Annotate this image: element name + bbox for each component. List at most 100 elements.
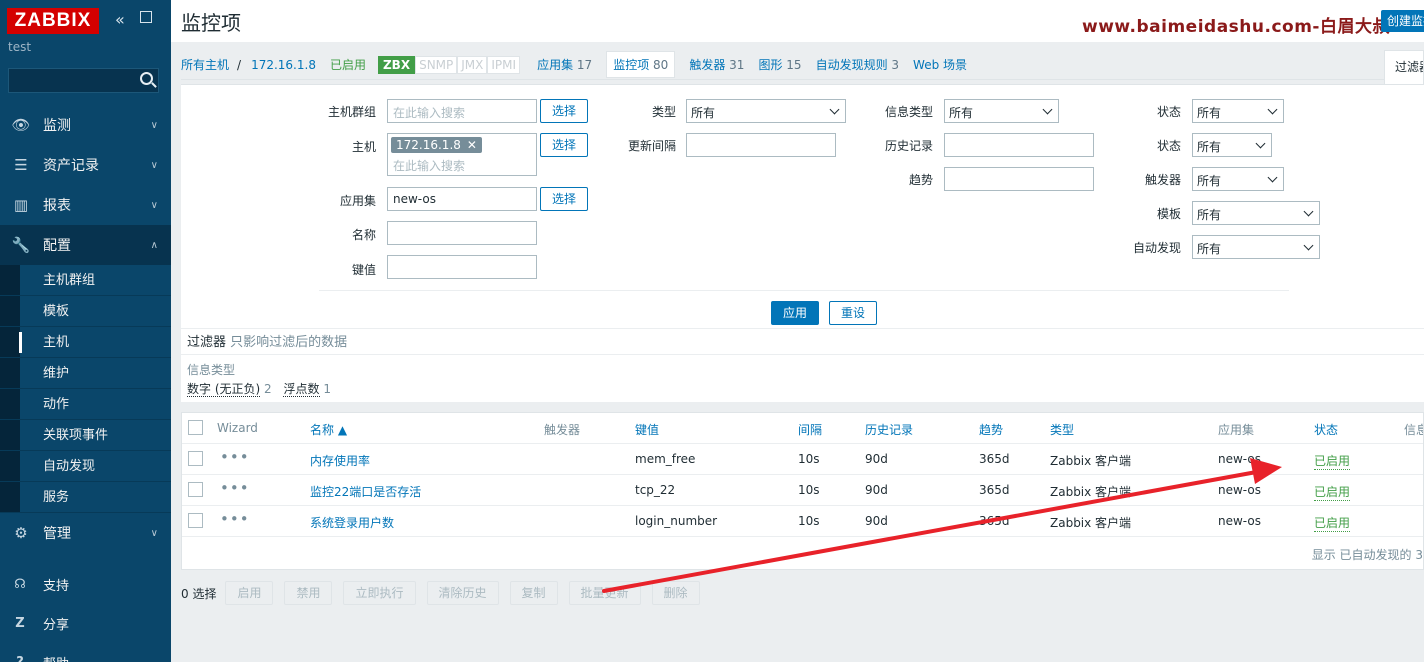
submenu-discovery[interactable]: 自动发现 xyxy=(0,451,171,482)
item-name-link[interactable]: 系统登录用户数 xyxy=(310,514,394,531)
header-key[interactable]: 键值 xyxy=(635,421,659,438)
kiosk-mode-icon[interactable] xyxy=(140,11,152,23)
header-status[interactable]: 状态 xyxy=(1314,421,1338,438)
sidebar: ZABBIX « test 👁 监测 ∨ ☰ 资产记录 ∨ ▥ 报表 ∨ 🔧 配… xyxy=(0,0,171,662)
nav-graphs[interactable]: 图形 15 xyxy=(758,56,801,73)
enable-button[interactable]: 启用 xyxy=(225,581,274,605)
create-item-button[interactable]: 创建监控项 xyxy=(1381,10,1424,32)
header-interval[interactable]: 间隔 xyxy=(798,421,822,438)
search-icon[interactable] xyxy=(140,72,153,85)
submenu-event-correlation[interactable]: 关联项事件 xyxy=(0,420,171,451)
menu-support[interactable]: ☊ 支持 xyxy=(0,565,171,604)
menu-label: 报表 xyxy=(43,198,71,214)
item-status-toggle[interactable]: 已启用 xyxy=(1314,483,1351,501)
wizard-menu-icon[interactable]: ••• xyxy=(220,448,250,466)
subfilter-option[interactable]: 数字 (无正负) xyxy=(187,382,261,397)
bar-chart-icon: ▥ xyxy=(13,196,29,214)
select-all-checkbox[interactable] xyxy=(188,420,203,435)
item-interval: 10s xyxy=(798,514,820,528)
application-input[interactable]: new-os xyxy=(387,187,537,211)
host-chip-label: 172.16.1.8 xyxy=(396,138,461,152)
state-select[interactable]: 所有 xyxy=(1192,99,1284,123)
item-status-toggle[interactable]: 已启用 xyxy=(1314,514,1351,532)
menu-share[interactable]: Z 分享 xyxy=(0,604,171,643)
menu-monitoring[interactable]: 👁 监测 ∨ xyxy=(0,105,171,145)
menu-reports[interactable]: ▥ 报表 ∨ xyxy=(0,185,171,225)
discovery-select[interactable]: 所有 xyxy=(1192,235,1320,259)
row-checkbox[interactable] xyxy=(188,482,203,497)
wizard-menu-icon[interactable]: ••• xyxy=(220,479,250,497)
info-type-select[interactable]: 所有 xyxy=(944,99,1059,123)
filter-note-title: 过滤器 xyxy=(187,335,227,350)
nav-web-scenarios[interactable]: Web 场景 xyxy=(913,56,967,73)
subfilter-option[interactable]: 浮点数 xyxy=(283,382,320,397)
collapse-sidebar-icon[interactable]: « xyxy=(115,10,125,29)
copy-button[interactable]: 复制 xyxy=(509,581,558,605)
reset-button[interactable]: 重设 xyxy=(829,301,877,325)
disable-button[interactable]: 禁用 xyxy=(284,581,333,605)
header-wizard: Wizard xyxy=(217,421,258,435)
nav-triggers[interactable]: 触发器 31 xyxy=(689,56,744,73)
row-checkbox[interactable] xyxy=(188,513,203,528)
host-group-input[interactable]: 在此输入搜索 xyxy=(387,99,537,123)
menu-configuration[interactable]: 🔧 配置 ∧ xyxy=(0,225,171,265)
config-submenu: 主机群组 模板 主机 维护 动作 关联项事件 自动发现 服务 xyxy=(0,265,171,513)
nav-discovery-rules[interactable]: 自动发现规则 3 xyxy=(816,56,899,73)
menu-inventory[interactable]: ☰ 资产记录 ∨ xyxy=(0,145,171,185)
breadcrumb-all-hosts[interactable]: 所有主机 xyxy=(181,56,229,73)
submenu-host-groups[interactable]: 主机群组 xyxy=(0,265,171,296)
host-multiselect[interactable]: 172.16.1.8 ✕ 在此输入搜索 xyxy=(387,133,537,176)
header-type[interactable]: 类型 xyxy=(1050,421,1074,438)
triggers-select[interactable]: 所有 xyxy=(1192,167,1284,191)
header-name[interactable]: 名称 ▲ xyxy=(310,421,347,438)
sidebar-search-input[interactable] xyxy=(8,68,159,93)
submenu-actions[interactable]: 动作 xyxy=(0,389,171,420)
submenu-hosts[interactable]: 主机 xyxy=(0,327,171,358)
type-select[interactable]: 所有 xyxy=(686,99,846,123)
execute-now-button[interactable]: 立即执行 xyxy=(343,581,416,605)
mass-update-button[interactable]: 批量更新 xyxy=(568,581,641,605)
nav-label: 自动发现规则 xyxy=(815,58,888,72)
submenu-maintenance[interactable]: 维护 xyxy=(0,358,171,389)
update-interval-input[interactable] xyxy=(686,133,836,157)
row-checkbox[interactable] xyxy=(188,451,203,466)
menu-help[interactable]: ? 帮助 xyxy=(0,643,171,662)
nav-count: 31 xyxy=(729,58,745,72)
remove-chip-icon[interactable]: ✕ xyxy=(467,138,477,152)
item-history: 90d xyxy=(865,483,888,497)
nav-count: 15 xyxy=(786,58,802,72)
application-select-button[interactable]: 选择 xyxy=(540,187,588,211)
name-input[interactable] xyxy=(387,221,537,245)
item-name-link[interactable]: 内存使用率 xyxy=(310,452,370,469)
submenu-services[interactable]: 服务 xyxy=(0,482,171,513)
menu-label: 分享 xyxy=(43,618,70,633)
filter-tab[interactable]: 过滤器 xyxy=(1384,50,1424,84)
clear-history-button[interactable]: 清除历史 xyxy=(426,581,499,605)
key-input[interactable] xyxy=(387,255,537,279)
header-history[interactable]: 历史记录 xyxy=(865,421,913,438)
status-select[interactable]: 所有 xyxy=(1192,133,1272,157)
chevron-down-icon: ∨ xyxy=(150,527,158,539)
submenu-templates[interactable]: 模板 xyxy=(0,296,171,327)
template-select[interactable]: 所有 xyxy=(1192,201,1320,225)
tag-zbx: ZBX xyxy=(377,55,416,74)
item-status-toggle[interactable]: 已启用 xyxy=(1314,452,1351,470)
item-trends: 365d xyxy=(979,514,1010,528)
wizard-menu-icon[interactable]: ••• xyxy=(220,510,250,528)
template-label: 模板 xyxy=(1156,207,1181,221)
delete-button[interactable]: 删除 xyxy=(651,581,700,605)
header-trends[interactable]: 趋势 xyxy=(979,421,1003,438)
nav-applications[interactable]: 应用集 17 xyxy=(537,56,592,73)
breadcrumb-host[interactable]: 172.16.1.8 xyxy=(251,58,316,72)
item-application: new-os xyxy=(1218,514,1261,528)
zabbix-logo[interactable]: ZABBIX xyxy=(7,8,99,34)
item-name-link[interactable]: 监控22端口是否存活 xyxy=(310,483,421,500)
item-type: Zabbix 客户端 xyxy=(1050,516,1132,530)
apply-button[interactable]: 应用 xyxy=(771,301,819,325)
name-label: 名称 xyxy=(351,228,376,242)
menu-administration[interactable]: ⚙ 管理 ∨ xyxy=(0,513,171,553)
wrench-icon: 🔧 xyxy=(11,236,31,254)
filter-note-text: 只影响过滤后的数据 xyxy=(230,335,348,350)
filter-divider xyxy=(319,290,1289,291)
nav-items[interactable]: 监控项 80 xyxy=(606,51,676,78)
